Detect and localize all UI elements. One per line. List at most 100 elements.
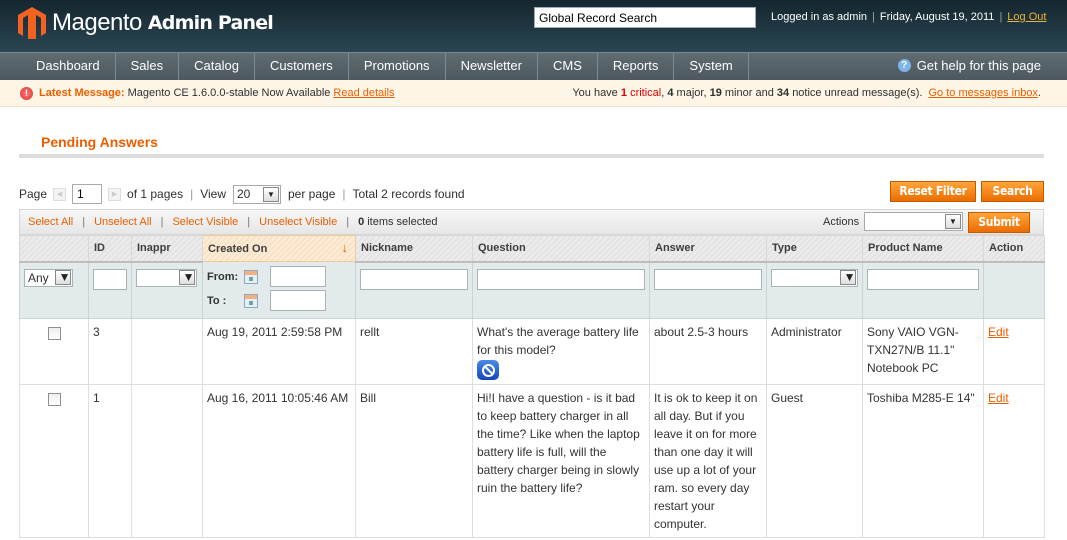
col-header-product-name[interactable]: Product Name [862,235,984,263]
col-header-nickname[interactable]: Nickname [355,235,473,263]
logo-subtitle: Admin Panel [147,12,274,34]
reset-filter-button[interactable]: Reset Filter [890,181,976,202]
col-header-id[interactable]: ID [88,235,132,263]
product-name-filter-input[interactable] [867,268,979,290]
search-button[interactable]: Search [981,181,1044,202]
date-to-input[interactable] [270,290,326,311]
chevron-down-icon: ▼ [263,186,279,202]
date-from-label: From: [207,270,239,283]
col-header-type[interactable]: Type [766,235,863,263]
col-header-created-on[interactable]: Created On ↓ [202,235,356,262]
pager: Page ◀ ▶ of 1 pages | View 20 ▼ per page… [19,184,465,204]
prev-page-icon[interactable]: ◀ [53,187,67,201]
block-icon[interactable] [477,360,499,380]
actions-label: Actions [823,216,860,228]
cell-product-name: Sony VAIO VGN-TXN27N/B 11.1" Notebook PC [862,318,984,385]
table-row[interactable]: 3 Aug 19, 2011 2:59:58 PM rellt What's t… [19,318,1045,385]
read-details-link[interactable]: Read details [333,80,394,107]
chevron-down-icon: ▼ [55,269,71,285]
header-row: ID Inappr Created On ↓ Nickname Question … [19,235,1045,263]
cell-id: 3 [88,318,132,385]
cell-type: Guest [766,384,863,538]
question-filter-input[interactable] [477,268,645,290]
col-header-answer[interactable]: Answer [649,235,767,263]
per-page-select[interactable]: 20 ▼ [233,184,281,204]
row-checkbox[interactable] [47,393,61,406]
col-header-question[interactable]: Question [472,235,650,263]
chevron-down-icon: ▼ [179,269,195,285]
critical-label: critical [630,87,662,99]
user-bar: Logged in as admin | Friday, August 19, 20… [771,11,1046,23]
select-visible-link[interactable]: Select Visible [172,216,238,228]
col-header-label: Created On [208,242,268,255]
logged-in-label: Logged in as admin [771,11,868,23]
calendar-icon[interactable] [244,269,258,284]
nav-item-customers[interactable]: Customers [255,53,349,80]
message-summary: You have 1 critical, 4 major, 19 minor a… [572,87,1041,99]
edit-link[interactable]: Edit [988,325,1009,339]
global-search-input[interactable] [534,7,756,28]
nav-item-cms[interactable]: CMS [538,53,598,80]
calendar-icon[interactable] [244,293,258,308]
actions-select[interactable]: ▼ [864,212,963,231]
chevron-down-icon: ▼ [840,269,856,285]
selected-label: items selected [367,216,438,228]
header: Magento Admin Panel Logged in as admin | F… [0,0,1067,52]
cell-action: Edit [983,384,1045,538]
logout-link[interactable]: Log Out [1007,11,1046,23]
nav-item-sales[interactable]: Sales [116,53,180,80]
massaction-bar: Select All | Unselect All | Select Visib… [19,209,1044,235]
unselect-visible-link[interactable]: Unselect Visible [259,216,337,228]
table-row[interactable]: 1 Aug 16, 2011 10:05:46 AM Bill Hi!I hav… [19,384,1045,538]
answer-filter-input[interactable] [654,268,762,290]
logo-text: Magento [52,9,142,36]
cell-created-on: Aug 16, 2011 10:05:46 AM [202,384,356,538]
nav-item-dashboard[interactable]: Dashboard [21,53,116,80]
messages-inbox-link[interactable]: Go to messages inbox [928,87,1037,99]
cell-created-on: Aug 19, 2011 2:59:58 PM [202,318,356,385]
cell-id: 1 [88,384,132,538]
notice-count: 34 [776,87,790,99]
view-label: View [200,187,226,201]
per-page-label: per page [288,187,336,201]
cell-inappr [131,384,203,538]
row-checkbox[interactable] [47,327,61,340]
title-divider [19,154,1044,158]
cell-nickname: rellt [355,318,473,385]
separator: | [872,11,875,23]
current-date: Friday, August 19, 2011 [879,11,995,23]
selected-count: 0 [358,216,365,228]
next-page-icon[interactable]: ▶ [108,187,122,201]
answers-grid: ID Inappr Created On ↓ Nickname Question … [19,235,1045,538]
nav-item-system[interactable]: System [674,53,749,80]
select-all-link[interactable]: Select All [28,216,73,228]
nav-item-catalog[interactable]: Catalog [179,53,255,80]
total-records: Total 2 records found [352,187,465,201]
type-filter-select[interactable]: ▼ [771,268,858,287]
warning-icon: ! [20,87,33,100]
nickname-filter-input[interactable] [360,268,468,290]
page-number-input[interactable] [72,184,103,204]
help-icon: ? [897,59,911,72]
id-filter-input[interactable] [93,268,127,290]
edit-link[interactable]: Edit [988,391,1009,405]
separator: | [342,187,346,201]
massaction-filter-select[interactable]: Any ▼ [24,268,73,287]
chevron-down-icon: ▼ [945,214,961,229]
logo[interactable]: Magento Admin Panel [18,7,274,39]
nav-item-reports[interactable]: Reports [598,53,675,80]
col-header-inappr[interactable]: Inappr [131,235,203,263]
unselect-all-link[interactable]: Unselect All [94,216,151,228]
help-link[interactable]: ? Get help for this page [897,58,1041,73]
nav-item-promotions[interactable]: Promotions [349,53,446,80]
of-pages-label: of 1 pages [127,187,184,201]
cell-answer: It is ok to keep it on all day. But if y… [649,384,767,538]
date-from-input[interactable] [270,266,326,287]
main-nav: Dashboard Sales Catalog Customers Promot… [0,52,1067,80]
question-text: What's the average battery life for this… [477,325,639,357]
nav-item-newsletter[interactable]: Newsletter [446,53,538,80]
separator: | [346,216,350,228]
cell-nickname: Bill [355,384,473,538]
inappr-filter-select[interactable]: ▼ [136,268,197,287]
submit-button[interactable]: Submit [968,212,1030,233]
